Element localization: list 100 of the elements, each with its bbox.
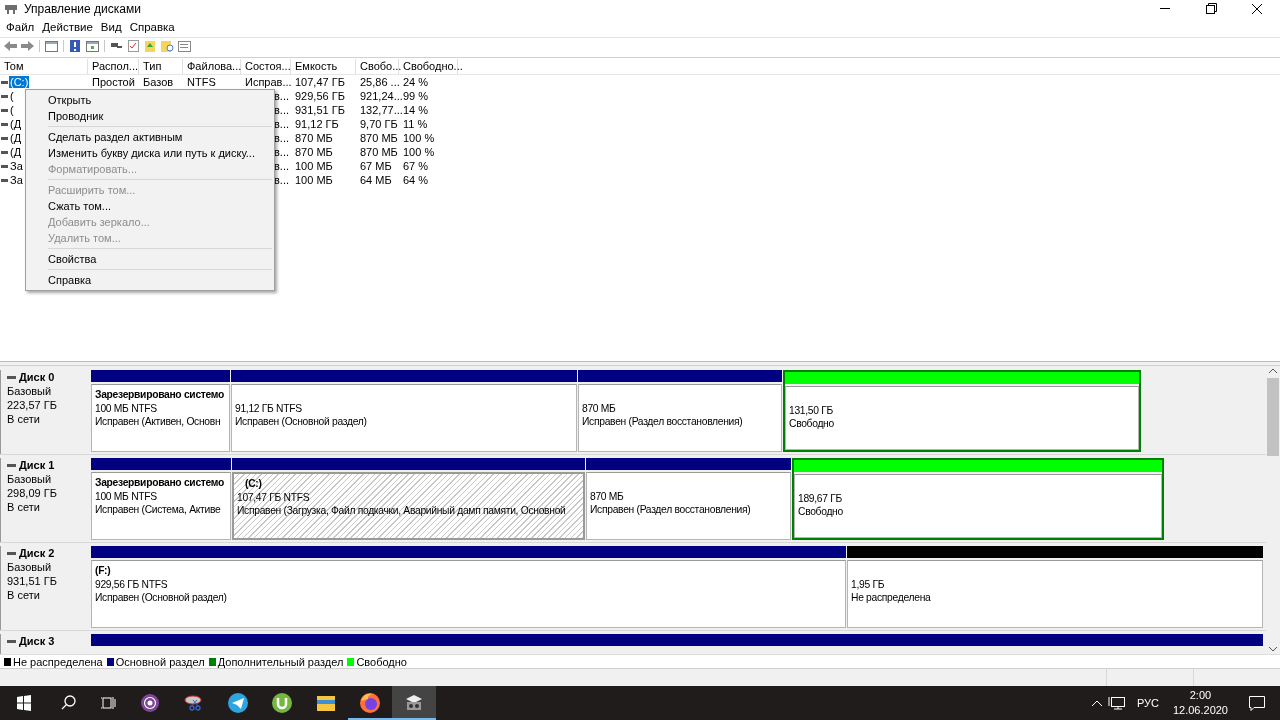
table-cell: в... xyxy=(274,160,289,172)
table-cell: в... xyxy=(274,118,289,130)
partition-size: 929,56 ГБ NTFS xyxy=(95,577,169,591)
table-cell: 870 МБ xyxy=(360,132,398,144)
menu-item[interactable]: Сжать том... xyxy=(26,198,274,214)
volume-name[interactable]: (C:) xyxy=(9,76,30,88)
menu-item[interactable]: Свойства xyxy=(26,251,274,267)
table-cell: 921,24... xyxy=(360,90,403,102)
partition-size: 870 МБ xyxy=(582,401,617,415)
volume-name[interactable]: За xyxy=(9,174,24,186)
scroll-down-icon[interactable] xyxy=(1266,644,1280,654)
partition-name: (C:) xyxy=(244,477,263,491)
folder-search-icon[interactable] xyxy=(160,39,175,53)
table-cell: в... xyxy=(274,132,289,144)
table-cell: 9,70 ГБ xyxy=(360,118,398,130)
disk-type: Базовый xyxy=(7,472,53,486)
disk-type: Базовый xyxy=(7,560,53,574)
menu-item[interactable]: Действие xyxy=(38,19,97,35)
column-header[interactable]: Том xyxy=(0,59,88,74)
menu-item[interactable]: Файл xyxy=(2,19,39,35)
table-cell: 67 % xyxy=(403,160,429,172)
scrollbar-thumb[interactable] xyxy=(1267,378,1279,456)
table-cell: 100 МБ xyxy=(295,174,333,186)
partition-size: 100 МБ NTFS xyxy=(95,489,158,503)
scrollbar[interactable] xyxy=(1266,366,1280,654)
volume-name[interactable]: (Д xyxy=(9,146,23,158)
list-icon[interactable] xyxy=(177,39,192,53)
panel-icon[interactable] xyxy=(44,39,59,53)
disk-state: В сети xyxy=(7,500,41,514)
table-cell: 67 МБ xyxy=(360,160,392,172)
table-cell: Базов xyxy=(143,76,174,88)
disk-size: 298,09 ГБ xyxy=(7,486,58,500)
partition-size: 107,47 ГБ NTFS xyxy=(237,490,311,504)
disk-name: Диск 1 xyxy=(19,458,55,472)
menu-item[interactable]: Изменить букву диска или путь к диску... xyxy=(26,145,274,161)
table-cell: 64 МБ xyxy=(360,174,392,186)
disk-state: В сети xyxy=(7,412,41,426)
table-cell: 64 % xyxy=(403,174,429,186)
clock[interactable]: 2:00 12.06.2020 xyxy=(1172,688,1228,718)
partition-name: (F:) xyxy=(95,564,112,578)
column-header[interactable]: Состоя... xyxy=(241,59,291,74)
disk-name: Диск 0 xyxy=(19,370,55,384)
checklist-icon[interactable] xyxy=(126,39,141,53)
partition-status: Исправен (Раздел восстановления) xyxy=(582,415,744,429)
clock-time: 2:00 xyxy=(1188,688,1213,703)
table-cell: 99 % xyxy=(403,90,429,102)
clock-date: 12.06.2020 xyxy=(1172,703,1228,718)
disk-size: 931,51 ГБ xyxy=(7,574,58,588)
menu-item[interactable]: Справка xyxy=(125,19,179,35)
volume-name[interactable]: ( xyxy=(9,104,15,116)
menu-item[interactable]: Вид xyxy=(96,19,126,35)
table-cell: 870 МБ xyxy=(295,132,333,144)
volume-name[interactable]: ( xyxy=(9,90,15,102)
column-header[interactable]: Тип xyxy=(139,59,183,74)
menu-item[interactable]: Сделать раздел активным xyxy=(26,129,274,145)
back-arrow-icon[interactable] xyxy=(3,39,18,53)
volume-name[interactable]: (Д xyxy=(9,132,23,144)
table-cell: 25,86 ... xyxy=(360,76,400,88)
menu-item[interactable]: Справка xyxy=(26,272,274,288)
disk-name: Диск 3 xyxy=(19,634,55,648)
partition-name: Зарезервировано системо xyxy=(95,476,225,490)
column-header[interactable]: Распол... xyxy=(88,59,139,74)
help-icon[interactable] xyxy=(68,39,83,53)
partition-size: 91,12 ГБ NTFS xyxy=(235,401,303,415)
volume-name[interactable]: (Д xyxy=(9,118,23,130)
partition-status: Исправен (Основной раздел) xyxy=(95,591,228,605)
menu-item[interactable]: Проводник xyxy=(26,108,274,124)
partition-status: Свободно xyxy=(789,417,835,431)
window-title: Управление дисками xyxy=(24,1,142,16)
partition-block[interactable]: 131,50 ГБ Свободно xyxy=(783,370,1141,452)
panel-icon[interactable] xyxy=(85,39,100,53)
table-cell: 929,56 ГБ xyxy=(295,90,345,102)
column-header[interactable]: Емкость xyxy=(291,59,356,74)
partition-status: Свободно xyxy=(798,505,844,519)
table-cell: Простой xyxy=(92,76,135,88)
table-cell: 107,47 ГБ xyxy=(295,76,345,88)
partition-size: 131,50 ГБ xyxy=(789,403,834,417)
table-cell: 11 % xyxy=(403,118,428,130)
column-header[interactable]: Свобо... xyxy=(356,59,399,74)
table-cell: 24 % xyxy=(403,76,429,88)
language-indicator[interactable]: РУС xyxy=(1136,697,1159,709)
menu-item[interactable]: Открыть xyxy=(26,92,274,108)
column-header[interactable]: Файлова... xyxy=(183,59,241,74)
legend-label: Не распределена xyxy=(13,655,103,668)
table-cell: Исправ... xyxy=(245,76,292,88)
legend-label: Дополнительный раздел xyxy=(217,655,344,668)
partition-block[interactable]: 189,67 ГБ Свободно xyxy=(792,458,1164,540)
disk-drive-icon xyxy=(4,2,18,15)
partition-status: Исправен (Активен, Основн xyxy=(95,415,222,429)
table-cell: 100 % xyxy=(403,146,435,158)
forward-arrow-icon[interactable] xyxy=(20,39,35,53)
partition-status: Исправен (Загрузка, Файл подкачки, Аварийный дамп памяти, Основной xyxy=(237,504,567,518)
legend-label: Свободно xyxy=(356,655,407,668)
disk-type: Базовый xyxy=(7,384,53,398)
partition-size: 870 МБ xyxy=(590,489,625,503)
volume-name[interactable]: За xyxy=(9,160,24,172)
folder-up-icon[interactable] xyxy=(143,39,158,53)
table-cell: в... xyxy=(274,174,289,186)
scroll-up-icon[interactable] xyxy=(1266,366,1280,376)
partition-size: 189,67 ГБ xyxy=(798,491,843,505)
